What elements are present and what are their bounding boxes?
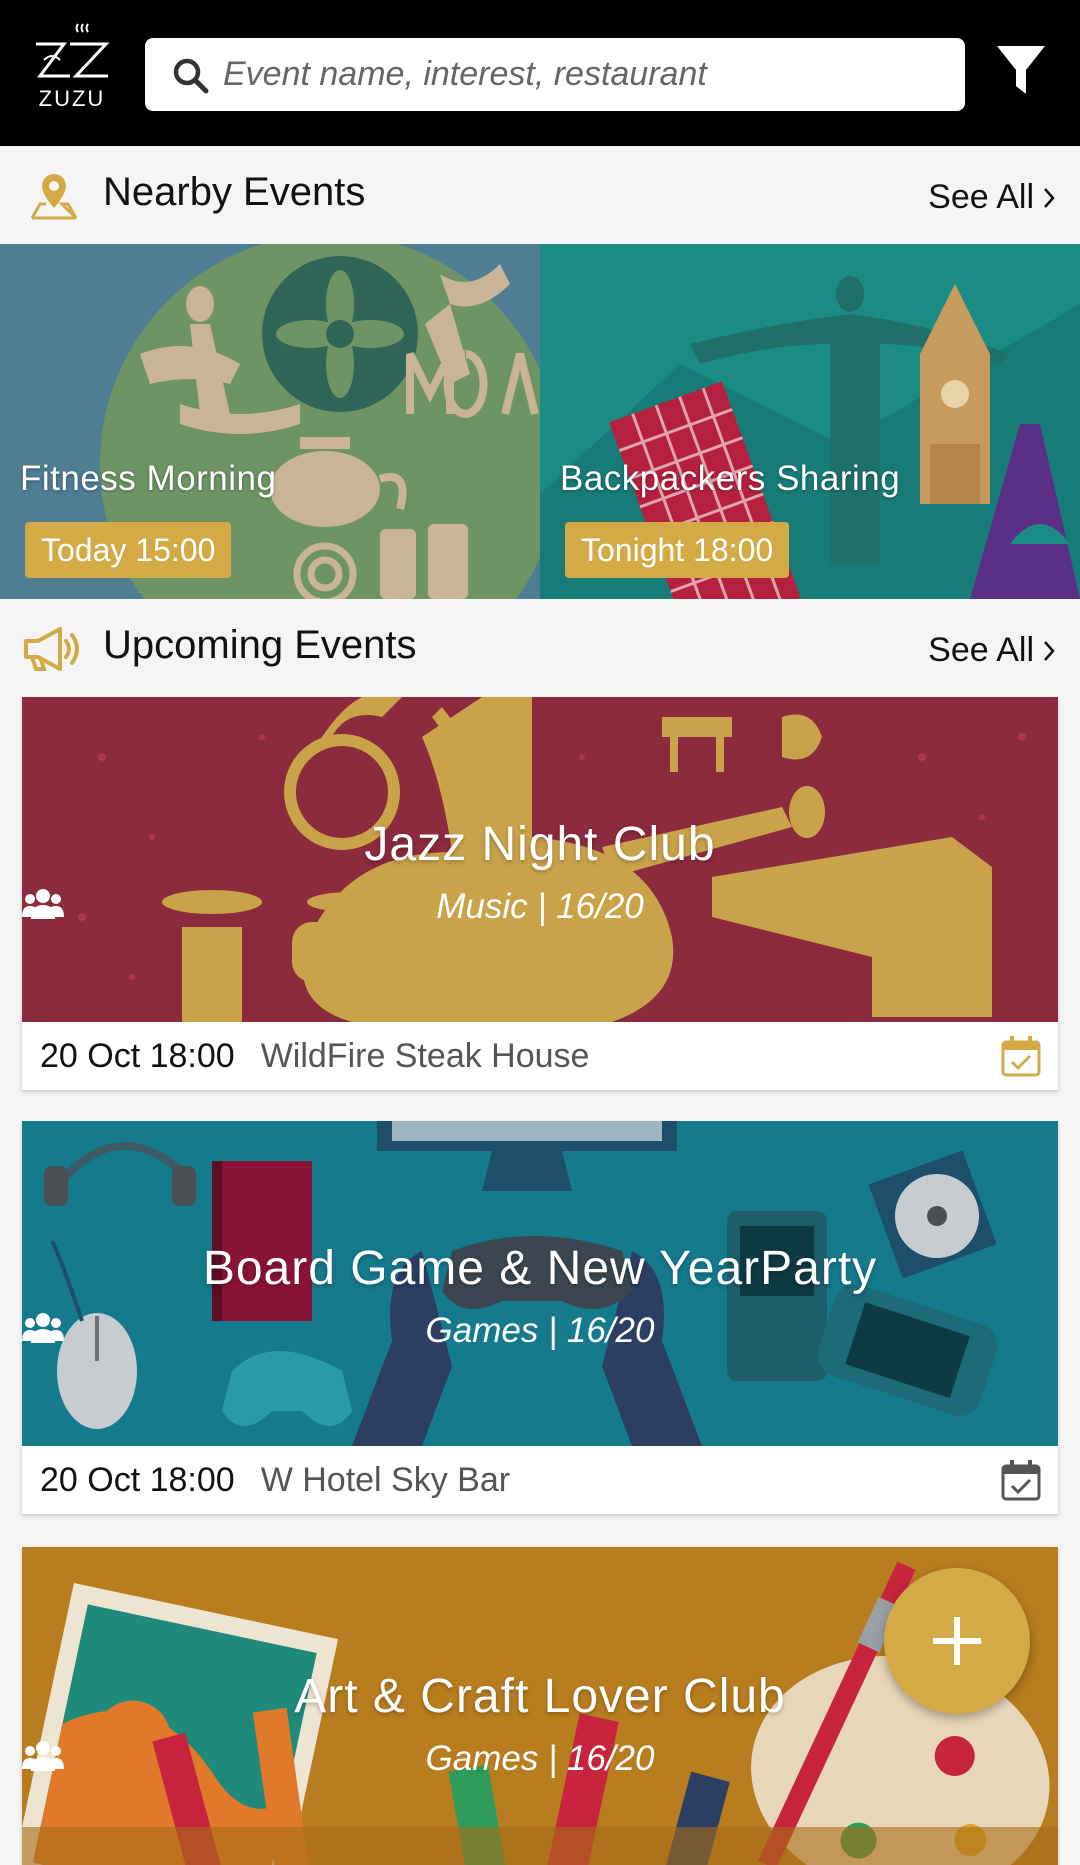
nearby-events-row: Fitness Morning Today 15:00 Backpackers … [0,244,1080,599]
location-pin-icon [30,174,78,220]
nearby-event-tile[interactable]: Fitness Morning Today 15:00 [0,244,540,599]
see-all-nearby-link[interactable]: See All [928,178,1056,217]
plus-icon [933,1617,981,1665]
event-title: Board Game & New YearParty [202,1242,878,1295]
zuzu-logo[interactable]: ZUZU [30,18,114,118]
event-subtitle: Games | 16/20 [22,1311,1058,1351]
nearby-event-tile[interactable]: Backpackers Sharing Tonight 18:00 [540,244,1080,599]
filter-icon[interactable] [995,42,1047,98]
event-category-capacity: Games | 16/20 [425,1739,655,1778]
event-category-capacity: Games | 16/20 [425,1311,655,1350]
event-banner: Jazz Night Club Music | 16/20 [22,697,1058,1022]
add-event-button[interactable] [884,1568,1030,1714]
logo-text: ZUZU [38,86,106,111]
search-icon [173,58,209,94]
event-subtitle: Games | 16/20 [22,1739,1058,1779]
nearby-event-name: Backpackers Sharing [560,459,901,498]
event-date: 20 Oct 18:00 [40,1036,235,1075]
chevron-right-icon [1044,187,1055,208]
search-bar[interactable] [145,38,965,111]
nearby-event-name: Fitness Morning [20,459,277,498]
upcoming-events-header: Upcoming Events See All [0,599,1080,697]
upcoming-event-card[interactable]: Board Game & New YearParty Games | 16/20… [22,1121,1058,1514]
event-venue: WildFire Steak House [260,1036,590,1075]
see-all-label: See All [928,178,1034,216]
top-bar: ZUZU [0,0,1080,146]
calendar-check-icon[interactable] [1000,1034,1042,1078]
event-category-capacity: Music | 16/20 [436,887,644,926]
event-date: 20 Oct 18:00 [40,1460,235,1499]
calendar-check-icon[interactable] [1000,1458,1042,1502]
megaphone-icon [24,627,79,671]
event-footer: 20 Oct 18:00 W Hotel Sky Bar [22,1446,1058,1514]
chevron-right-icon [1044,640,1055,661]
event-title: Jazz Night Club [364,818,716,871]
nearby-event-time-badge: Tonight 18:00 [565,522,790,578]
search-input[interactable] [223,48,943,100]
nearby-event-time-badge: Today 15:00 [25,522,232,578]
event-footer: 20 Oct 18:00 WildFire Steak House [22,1022,1058,1090]
event-subtitle: Music | 16/20 [22,887,1058,927]
section-title: Upcoming Events [103,623,417,667]
nearby-events-header: Nearby Events See All [0,146,1080,244]
event-banner: Board Game & New YearParty Games | 16/20 [22,1121,1058,1446]
event-venue: W Hotel Sky Bar [260,1460,511,1499]
group-icon [22,1741,64,1771]
section-title: Nearby Events [103,170,366,214]
see-all-upcoming-link[interactable]: See All [928,631,1056,670]
upcoming-event-card[interactable]: Jazz Night Club Music | 16/20 20 Oct 18:… [22,697,1058,1090]
group-icon [22,1313,64,1343]
see-all-label: See All [928,631,1034,669]
group-icon [22,889,64,919]
